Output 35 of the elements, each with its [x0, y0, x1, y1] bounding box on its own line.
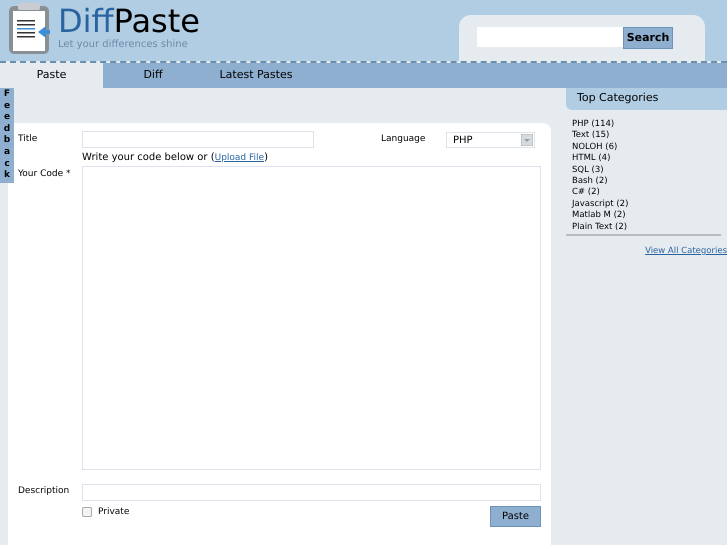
nav-tab[interactable]: Diff [103, 63, 203, 88]
category-link[interactable]: Text (15) [572, 130, 610, 142]
category-link[interactable]: NOLOH (6) [572, 142, 618, 154]
category-link[interactable]: PHP (114) [572, 119, 614, 130]
checkbox-label: Private [98, 506, 130, 518]
clipboard-icon [8, 3, 52, 55]
language-select[interactable]: PHP [446, 132, 535, 148]
feedback-tab[interactable]: Feedback [0, 88, 14, 183]
paste-button[interactable]: Paste [490, 506, 541, 526]
category-link[interactable]: Plain Text (2) [572, 222, 628, 234]
upload-link[interactable]: Upload File [214, 153, 264, 163]
logo-text: DiffPaste [58, 3, 200, 39]
field-label: Description [17, 484, 70, 498]
field-label: Your Code * [17, 168, 72, 180]
category-link[interactable]: Javascript (2) [572, 198, 628, 210]
category-link[interactable]: Bash (2) [572, 176, 608, 188]
code-field[interactable] [82, 166, 541, 470]
category-link[interactable]: C# (2) [572, 187, 600, 199]
field-label: Title [17, 133, 38, 146]
description-field[interactable] [82, 484, 541, 500]
code-hint: Write your code below or (Upload File) [82, 151, 268, 165]
sidebar-title: Top Categories [566, 88, 727, 110]
category-link[interactable]: SQL (3) [572, 164, 604, 176]
dropdown-icon [521, 134, 533, 146]
category-link[interactable]: HTML (4) [572, 153, 610, 165]
field-label: Language [381, 133, 426, 146]
category-link[interactable]: Matlab M (2) [572, 210, 626, 222]
tagline: Let your differences shine [58, 39, 189, 51]
private-checkbox[interactable] [82, 506, 92, 516]
search-field[interactable] [477, 27, 623, 47]
search-button[interactable]: Search [623, 27, 673, 49]
nav-tab[interactable]: Latest Pastes [203, 63, 309, 88]
title-field[interactable] [82, 131, 314, 148]
nav-tab[interactable]: Paste [0, 63, 103, 88]
view-all-link[interactable]: View All Categories [645, 246, 727, 256]
